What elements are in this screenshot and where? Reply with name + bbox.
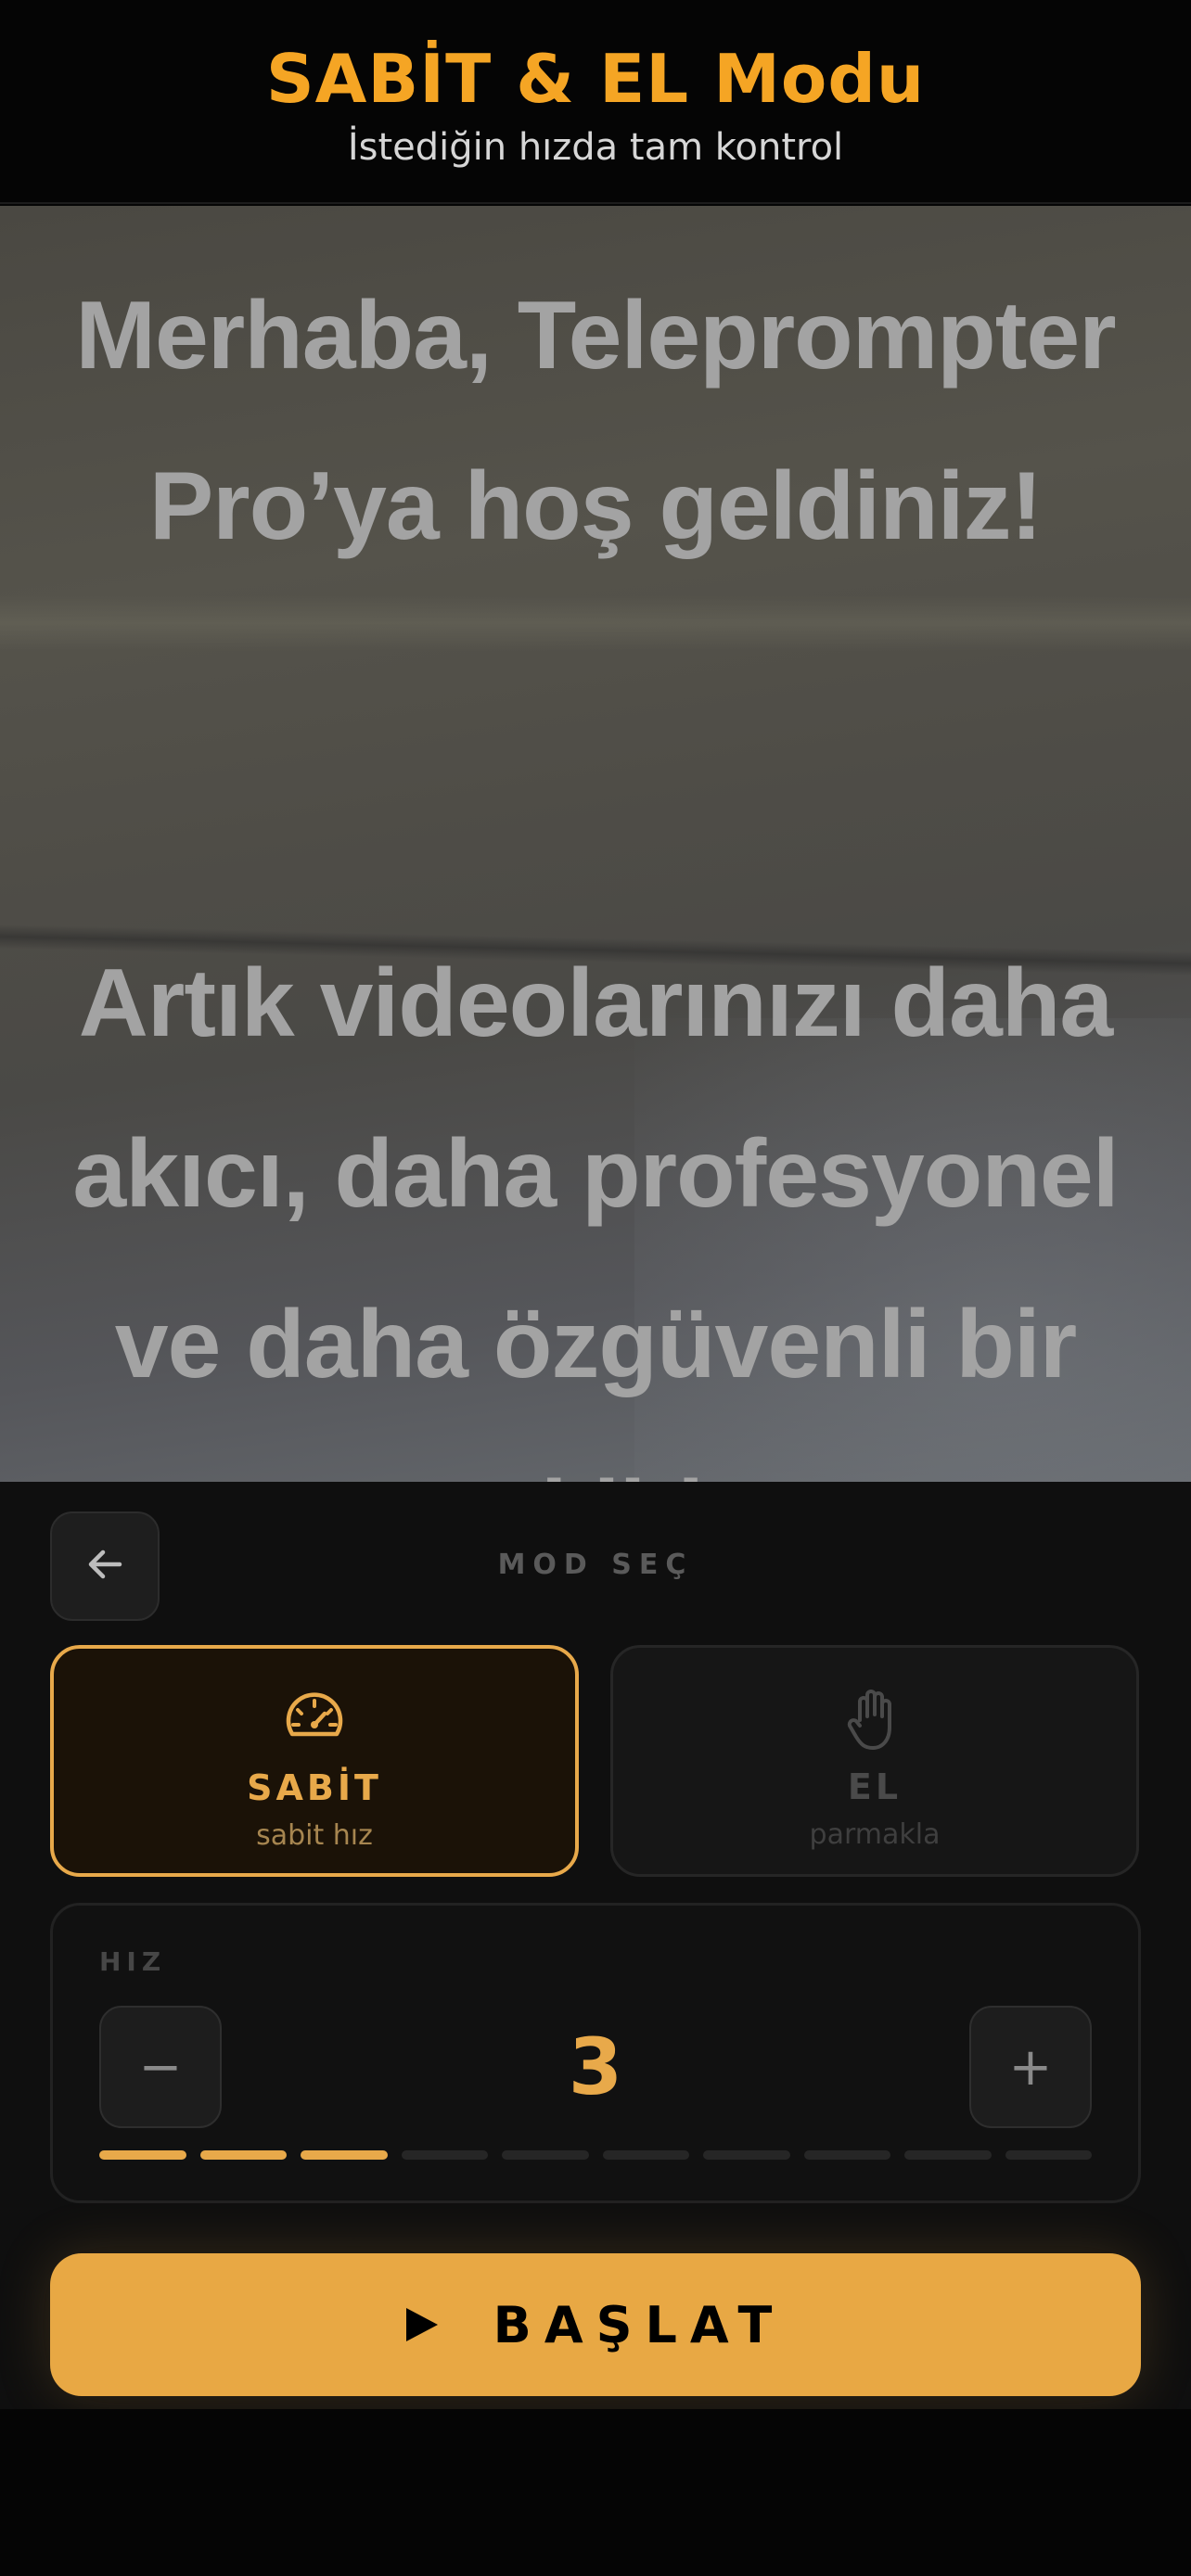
speed-level-segment <box>602 2150 689 2160</box>
mode-description: sabit hız <box>256 1819 373 1852</box>
background-band <box>0 595 1191 651</box>
bottom-safe-area <box>0 2409 1191 2576</box>
speed-level-segment <box>1005 2150 1092 2160</box>
speed-level-segment <box>401 2150 488 2160</box>
mode-name: EL <box>847 1766 903 1807</box>
mode-name: SABİT <box>247 1767 382 1808</box>
speed-level-segment <box>803 2150 890 2160</box>
app-header: SABİT & EL Modu İstediğin hızda tam kont… <box>0 0 1191 204</box>
mode-card-sabit[interactable]: SABİT sabit hız <box>50 1645 579 1877</box>
play-icon <box>405 2308 438 2341</box>
speedometer-icon <box>283 1688 346 1753</box>
speed-level-segment <box>99 2150 186 2160</box>
speed-label: HIZ <box>99 1946 167 1977</box>
page-subtitle: İstediğin hızda tam kontrol <box>347 126 844 169</box>
speed-level-indicator <box>99 2150 1092 2160</box>
mode-description: parmakla <box>809 1818 941 1851</box>
speed-level-segment <box>904 2150 992 2160</box>
control-panel: MOD SEÇ SABİT sabit hız EL parmakla HIZ … <box>0 1482 1191 2409</box>
mode-card-el[interactable]: EL parmakla <box>610 1645 1139 1877</box>
start-button-label: BAŞLAT <box>493 2295 786 2354</box>
page-title: SABİT & EL Modu <box>265 40 926 118</box>
speed-level-segment <box>199 2150 287 2160</box>
speed-level-segment <box>703 2150 790 2160</box>
prompter-paragraph: Artık videolarınızı daha akıcı, daha pro… <box>72 950 1119 1482</box>
start-button[interactable]: BAŞLAT <box>50 2253 1141 2396</box>
mode-select-label: MOD SEÇ <box>497 1549 694 1581</box>
speed-increase-button[interactable]: + <box>969 2006 1092 2128</box>
speed-control: HIZ − 3 + <box>50 1903 1141 2203</box>
prompter-preview[interactable]: Merhaba, Teleprompter Pro’ya hoş geldini… <box>0 206 1191 1482</box>
hand-icon <box>847 1687 903 1752</box>
speed-level-segment <box>502 2150 589 2160</box>
speed-level-segment <box>301 2150 388 2160</box>
prompter-paragraph: Merhaba, Teleprompter Pro’ya hoş geldini… <box>75 282 1116 560</box>
